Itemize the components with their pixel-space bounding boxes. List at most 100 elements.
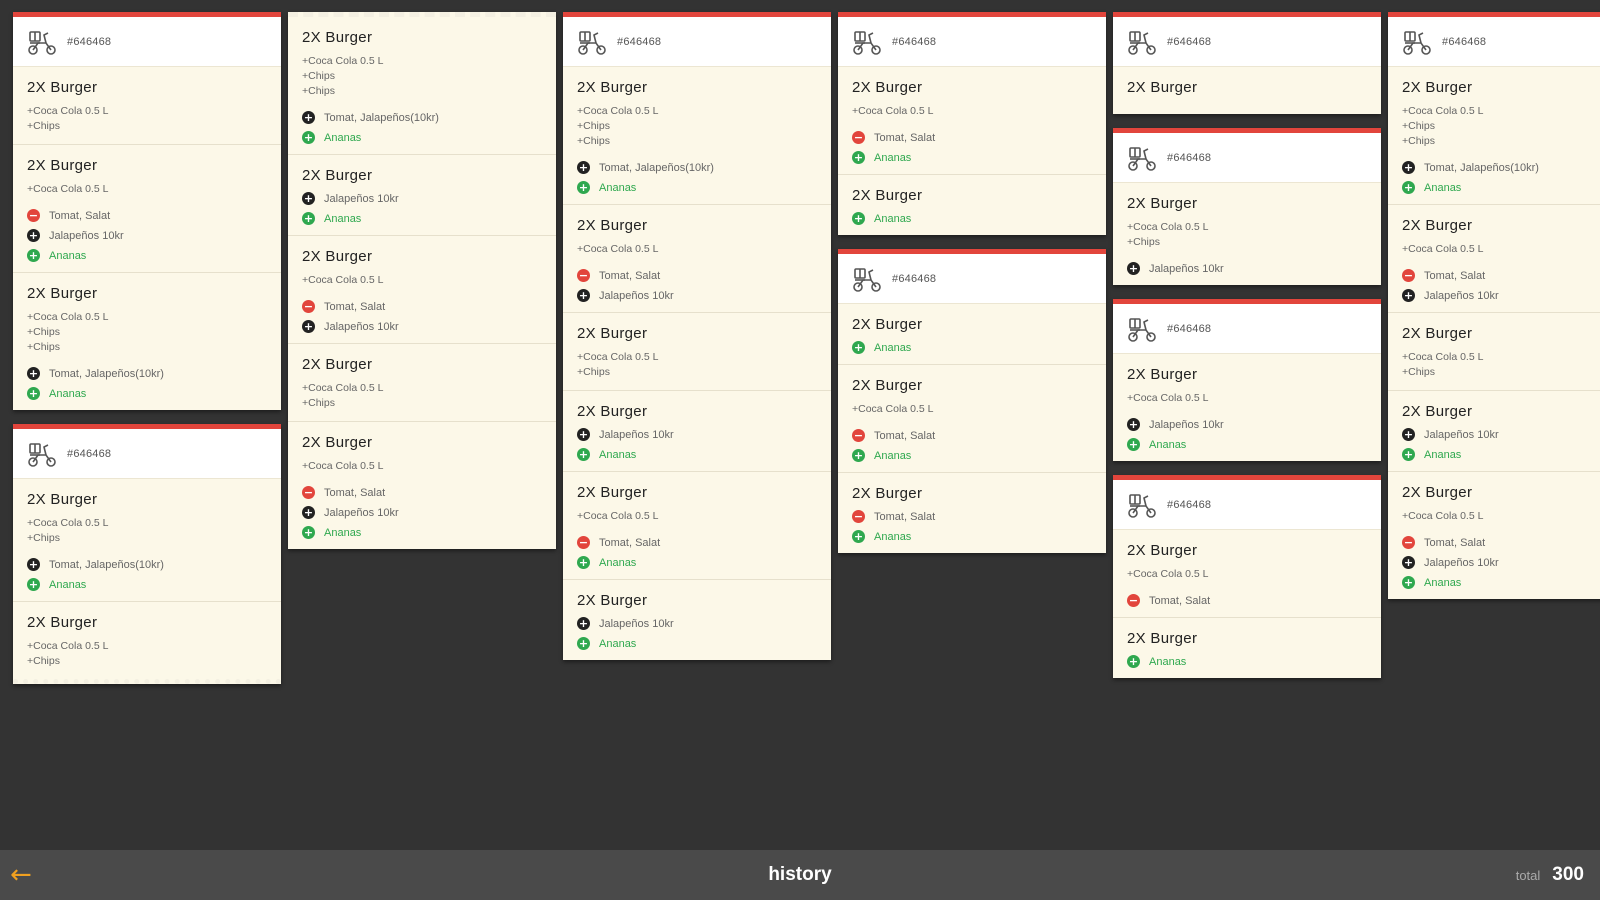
delivery-bike-icon <box>1128 317 1156 342</box>
change-icon: + <box>577 289 590 302</box>
remove-icon: − <box>852 510 865 523</box>
modifier-text: Jalapeños 10kr <box>1149 418 1224 431</box>
modifier-change: + Jalapeños 10kr <box>302 320 542 333</box>
item-extras: +Coca Cola 0.5 L <box>1127 567 1367 582</box>
modifier-remove: − Tomat, Salat <box>1402 269 1600 282</box>
item-title: 2X Burger <box>852 316 923 333</box>
modifier-text: Ananas <box>49 387 87 400</box>
modifier-remove: − Tomat, Salat <box>577 269 817 282</box>
item-extra: +Coca Cola 0.5 L <box>577 105 659 117</box>
modifier-text: Jalapeños 10kr <box>324 506 399 519</box>
modifier-text: Ananas <box>874 151 912 164</box>
item-title: 2X Burger <box>27 491 98 508</box>
order-ticket[interactable]: #646468 2X Burger +Coca Cola 0.5 L +Chips + J… <box>1113 128 1381 285</box>
order-item: 2X Burger +Coca Cola 0.5 L +Chips +Chips + To… <box>563 67 831 204</box>
order-item: 2X Burger + Jalapeños 10kr + Ananas <box>563 390 831 471</box>
order-ticket[interactable]: #646468 2X Burger +Coca Cola 0.5 L − Tomat, … <box>1113 475 1381 678</box>
modifier-text: Ananas <box>49 249 87 262</box>
modifier-add: + Ananas <box>577 637 817 650</box>
order-column: #646468 2X Burger +Coca Cola 0.5 L +Chips +C… <box>563 12 831 674</box>
item-extra: +Coca Cola 0.5 L <box>1127 568 1209 580</box>
item-title: 2X Burger <box>852 485 923 502</box>
modifier-text: Ananas <box>324 526 362 539</box>
bottom-bar: ← history total 300 <box>0 850 1600 900</box>
item-extra: +Coca Cola 0.5 L <box>1127 392 1209 404</box>
add-icon: + <box>852 530 865 543</box>
item-title: 2X Burger <box>852 79 923 96</box>
modifier-change: + Jalapeños 10kr <box>1127 418 1367 431</box>
modifier-remove: − Tomat, Salat <box>302 486 542 499</box>
order-ticket[interactable]: #646468 2X Burger <box>1113 12 1381 114</box>
item-title: 2X Burger <box>577 79 648 96</box>
item-extras: +Coca Cola 0.5 L +Chips <box>302 381 542 411</box>
modifier-text: Ananas <box>324 131 362 144</box>
order-item: 2X Burger − Tomat, Salat + Ananas <box>838 472 1106 553</box>
order-item: 2X Burger +Coca Cola 0.5 L − Tomat, Salat + J… <box>288 421 556 549</box>
add-icon: + <box>302 212 315 225</box>
order-ticket[interactable]: #646468 2X Burger +Coca Cola 0.5 L +Chips + T… <box>13 424 281 684</box>
change-icon: + <box>1402 428 1415 441</box>
change-icon: + <box>302 320 315 333</box>
modifier-text: Tomat, Salat <box>599 269 661 282</box>
modifier-text: Tomat, Salat <box>874 429 936 442</box>
add-icon: + <box>577 181 590 194</box>
modifier-add: + Ananas <box>1402 181 1600 194</box>
ticket-header: #646468 <box>1113 480 1381 530</box>
order-item: 2X Burger +Coca Cola 0.5 L +Chips <box>1388 312 1600 390</box>
modifier-add: + Ananas <box>577 556 817 569</box>
modifier-add: + Ananas <box>302 212 542 225</box>
total-label: total <box>1515 868 1541 883</box>
order-ticket[interactable]: 2X Burger +Coca Cola 0.5 L +Chips +Chips + To… <box>288 12 556 549</box>
add-icon: + <box>1402 181 1415 194</box>
order-ticket[interactable]: #646468 2X Burger +Coca Cola 0.5 L + Jalapeñ… <box>1113 299 1381 461</box>
order-item: 2X Burger +Coca Cola 0.5 L − Tomat, Salat + A… <box>838 364 1106 472</box>
change-icon: + <box>1402 161 1415 174</box>
modifier-text: Ananas <box>1424 181 1462 194</box>
item-title: 2X Burger <box>577 217 648 234</box>
item-extra: +Coca Cola 0.5 L <box>852 403 934 415</box>
order-ticket[interactable]: #646468 2X Burger +Coca Cola 0.5 L +Chips 2X… <box>13 12 281 410</box>
modifier-text: Ananas <box>599 637 637 650</box>
order-ticket[interactable]: #646468 2X Burger +Coca Cola 0.5 L +Chips +C… <box>563 12 831 660</box>
order-ticket[interactable]: #646468 2X Burger +Coca Cola 0.5 L − Tomat, … <box>838 12 1106 235</box>
order-item: 2X Burger + Ananas <box>1113 617 1381 678</box>
ticket-header: #646468 <box>563 17 831 67</box>
order-ticket[interactable]: #646468 2X Burger +Coca Cola 0.5 L +Chips +C… <box>1388 12 1600 599</box>
modifier-text: Jalapeños 10kr <box>1424 428 1499 441</box>
item-title: 2X Burger <box>302 29 373 46</box>
modifier-text: Tomat, Salat <box>599 536 661 549</box>
modifier-add: + Ananas <box>852 341 1092 354</box>
modifier-text: Ananas <box>1149 655 1187 668</box>
ticket-header: #646468 <box>13 429 281 479</box>
item-title: 2X Burger <box>302 356 373 373</box>
item-extras: +Coca Cola 0.5 L +Chips +Chips <box>1402 104 1600 149</box>
order-item: 2X Burger +Coca Cola 0.5 L +Chips +Chips + To… <box>288 17 556 154</box>
modifier-text: Jalapeños 10kr <box>49 229 124 242</box>
change-icon: + <box>27 367 40 380</box>
order-item: 2X Burger +Coca Cola 0.5 L +Chips + Jalapeño… <box>1113 183 1381 285</box>
modifier-text: Tomat, Salat <box>874 510 936 523</box>
change-icon: + <box>577 161 590 174</box>
add-icon: + <box>1402 576 1415 589</box>
item-extra: +Coca Cola 0.5 L <box>302 460 384 472</box>
order-item: 2X Burger + Ananas <box>838 174 1106 235</box>
delivery-bike-icon <box>28 442 56 467</box>
modifier-add: + Ananas <box>577 448 817 461</box>
order-item: 2X Burger + Ananas <box>838 304 1106 364</box>
delivery-bike-icon <box>853 30 881 55</box>
order-item: 2X Burger +Coca Cola 0.5 L +Chips <box>13 601 281 679</box>
item-extra: +Coca Cola 0.5 L <box>577 351 659 363</box>
add-icon: + <box>1127 655 1140 668</box>
modifier-text: Tomat, Salat <box>324 300 386 313</box>
item-title: 2X Burger <box>1127 366 1198 383</box>
item-extra: +Chips <box>27 532 60 544</box>
order-number: #646468 <box>617 35 662 48</box>
order-item: 2X Burger +Coca Cola 0.5 L + Jalapeños 10kr… <box>1113 354 1381 461</box>
order-ticket[interactable]: #646468 2X Burger + Ananas 2X Burger +Coca Co… <box>838 249 1106 553</box>
add-icon: + <box>27 387 40 400</box>
item-extras: +Coca Cola 0.5 L <box>1402 509 1600 524</box>
item-extra: +Coca Cola 0.5 L <box>302 55 384 67</box>
change-icon: + <box>577 617 590 630</box>
item-title: 2X Burger <box>1127 542 1198 559</box>
order-item: 2X Burger +Coca Cola 0.5 L − Tomat, Salat + J… <box>288 235 556 343</box>
